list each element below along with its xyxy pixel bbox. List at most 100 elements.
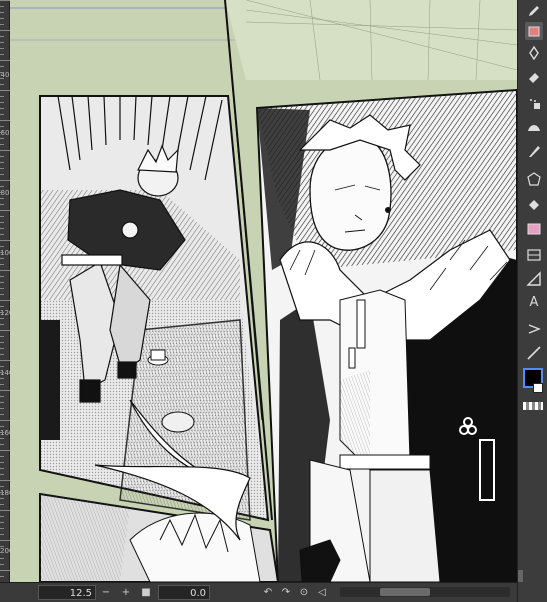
ruler-tick: [0, 162, 4, 163]
ruler-tick: [0, 198, 4, 199]
manga-page-artwork: [10, 0, 517, 582]
ruler-tick: [0, 342, 4, 343]
ruler-tick: [0, 84, 4, 85]
ruler-tick: [0, 192, 4, 193]
gradient-tool-icon[interactable]: [525, 220, 543, 238]
marker-tool-icon[interactable]: [525, 22, 543, 40]
ruler-tick: [0, 42, 4, 43]
sub-color-swatch[interactable]: [533, 383, 543, 393]
ruler-tick: [0, 72, 4, 73]
ruler-tick: [0, 138, 4, 139]
ruler-tick: [0, 0, 10, 1]
ruler-tick: [0, 120, 10, 121]
ruler-tick: [0, 504, 4, 505]
ruler-tick: [0, 234, 4, 235]
ruler-tick: [0, 6, 4, 7]
pen-nib-icon[interactable]: [525, 44, 543, 62]
rotate-left-icon[interactable]: ↶: [262, 585, 274, 600]
ruler-tick: [0, 258, 4, 259]
frame-border-icon[interactable]: [525, 246, 543, 264]
ruler-tick: [0, 18, 4, 19]
ruler-tick: [0, 150, 10, 151]
ruler-tick: [0, 462, 4, 463]
ruler-tick: [0, 180, 10, 181]
ruler-tick: [0, 414, 4, 415]
ruler-tick: [0, 186, 4, 187]
status-bar: 12.5 − + ■ 0.0 ↶ ↷ ⊙ ◁: [0, 582, 517, 602]
ruler-tick: [0, 90, 10, 91]
ruler-tick: [0, 516, 4, 517]
balloon-tool-icon[interactable]: [525, 320, 543, 338]
zoom-field[interactable]: 12.5: [38, 585, 96, 600]
ruler-tick: [0, 96, 4, 97]
ruler-tick: [0, 444, 4, 445]
ruler-tick: [0, 438, 4, 439]
ruler-tick: [0, 306, 4, 307]
transparent-color-swatch[interactable]: [523, 402, 543, 410]
ruler-tick: [0, 66, 4, 67]
ruler-tick: [0, 408, 4, 409]
ruler-tick: [0, 456, 4, 457]
ruler-tick: [0, 126, 4, 127]
ruler-tick: [0, 156, 4, 157]
ruler-tick: [0, 246, 4, 247]
ruler-tick: [0, 102, 4, 103]
ruler-tick: [0, 450, 10, 451]
eraser-tool-icon[interactable]: [525, 68, 543, 86]
ruler-tick: [0, 522, 4, 523]
ruler-tick: [0, 354, 4, 355]
ruler-tick: [0, 348, 4, 349]
ruler-tick: [0, 60, 10, 61]
zoom-in-button[interactable]: +: [120, 585, 132, 600]
ruler-tool-icon[interactable]: [525, 270, 543, 288]
ruler-tick: [0, 264, 4, 265]
ruler-tick: [0, 288, 4, 289]
horizontal-scrollbar-thumb[interactable]: [380, 588, 430, 596]
ruler-tick: [0, 576, 4, 577]
reset-rotation-icon[interactable]: ⊙: [298, 585, 310, 600]
correct-line-icon[interactable]: [525, 344, 543, 362]
airbrush-tool-icon[interactable]: [525, 94, 543, 112]
ruler-tick: [0, 372, 4, 373]
ruler-tick: [0, 216, 4, 217]
ruler-tick: [0, 534, 4, 535]
rotation-angle-field[interactable]: 0.0: [158, 585, 210, 600]
vertical-scrollbar-thumb[interactable]: [518, 570, 523, 582]
text-tool-icon[interactable]: A: [525, 294, 543, 312]
ruler-tick: [0, 318, 4, 319]
ruler-tick: [0, 468, 4, 469]
horizontal-scrollbar[interactable]: [340, 587, 510, 597]
ruler-tick: [0, 396, 4, 397]
ruler-tick: [0, 564, 4, 565]
ruler-tick: [0, 570, 10, 571]
ruler-tick: [0, 114, 4, 115]
ruler-tick: [0, 270, 10, 271]
drawing-canvas[interactable]: [10, 0, 517, 582]
flip-horizontal-icon[interactable]: ◁: [316, 585, 328, 600]
ruler-tick: [0, 132, 4, 133]
ruler-tick: [0, 480, 10, 481]
ruler-tick: [0, 552, 4, 553]
ruler-tick: [0, 402, 4, 403]
ruler-tick: [0, 300, 10, 301]
ruler-tick: [0, 366, 4, 367]
ruler-tick: [0, 312, 4, 313]
pen-tool-icon[interactable]: [525, 2, 543, 20]
fill-tool-icon[interactable]: [525, 196, 543, 214]
ruler-tick: [0, 390, 10, 391]
fit-window-icon[interactable]: ■: [140, 585, 152, 600]
zoom-out-button[interactable]: −: [100, 585, 112, 600]
pen-blade-icon[interactable]: [525, 142, 543, 160]
ruler-tick: [0, 510, 10, 511]
ruler-tick: [0, 420, 10, 421]
ruler-tick: [0, 558, 4, 559]
rotate-right-icon[interactable]: ↷: [280, 585, 292, 600]
ruler-tick: [0, 168, 4, 169]
ruler-tick: [0, 378, 4, 379]
shape-tool-icon[interactable]: [525, 170, 543, 188]
ruler-tick: [0, 294, 4, 295]
ruler-tick: [0, 144, 4, 145]
ruler-tick: [0, 546, 4, 547]
ruler-tick: [0, 24, 4, 25]
blend-tool-icon[interactable]: [525, 118, 543, 136]
